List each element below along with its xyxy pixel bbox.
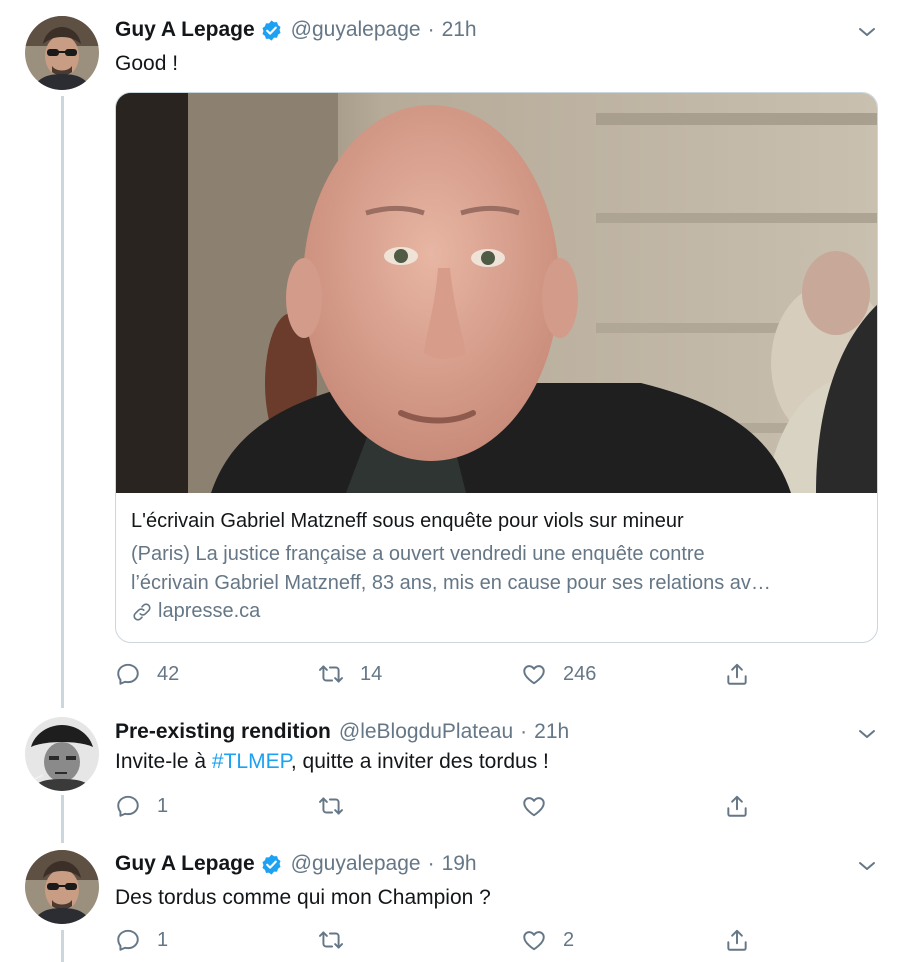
card-domain: lapresse.ca [131, 600, 260, 623]
reply-icon [115, 793, 141, 819]
reply-count: 1 [157, 928, 169, 951]
share-icon [724, 793, 750, 819]
tweet-text: Invite-le à #TLMEP, quitte a inviter des… [115, 750, 549, 774]
reply-icon [115, 661, 141, 687]
verified-badge-icon [260, 853, 283, 876]
avatar[interactable] [25, 717, 99, 791]
thread-connector [61, 795, 64, 843]
heart-icon [521, 927, 547, 953]
heart-icon [521, 793, 547, 819]
thread-connector [61, 930, 64, 962]
like-count: 246 [563, 662, 597, 685]
retweet-button[interactable] [318, 927, 344, 953]
link-card[interactable]: L'écrivain Gabriel Matzneff sous enquête… [115, 92, 878, 643]
card-description-line: (Paris) La justice française a ouvert ve… [131, 543, 705, 565]
chevron-down-icon[interactable] [855, 722, 879, 746]
share-button[interactable] [724, 927, 750, 953]
reply-button[interactable]: 42 [115, 661, 179, 687]
reply-count: 1 [157, 794, 169, 817]
heart-icon [521, 661, 547, 687]
handle[interactable]: @guyalepage [291, 852, 421, 876]
timestamp[interactable]: 21h [534, 720, 569, 744]
share-button[interactable] [724, 793, 750, 819]
tweet-text: Des tordus comme qui mon Champion ? [115, 886, 491, 909]
reply-icon [115, 927, 141, 953]
chevron-down-icon[interactable] [855, 20, 879, 44]
retweet-icon [318, 927, 344, 953]
retweet-icon [318, 793, 344, 819]
handle[interactable]: @guyalepage [291, 18, 421, 42]
retweet-icon [318, 661, 344, 687]
chevron-down-icon[interactable] [855, 854, 879, 878]
card-title: L'écrivain Gabriel Matzneff sous enquête… [131, 510, 684, 532]
avatar[interactable] [25, 850, 99, 924]
thread-connector [61, 96, 64, 708]
like-count: 2 [563, 928, 575, 951]
separator-dot: · [520, 720, 528, 743]
timestamp[interactable]: 19h [442, 852, 477, 876]
share-button[interactable] [724, 661, 750, 687]
reply-count: 42 [157, 662, 180, 685]
card-image [116, 93, 877, 493]
avatar[interactable] [25, 16, 99, 90]
card-description-line: l’écrivain Gabriel Matzneff, 83 ans, mis… [131, 572, 771, 594]
display-name[interactable]: Pre-existing rendition [115, 720, 331, 744]
reply-button[interactable]: 1 [115, 793, 168, 819]
reply-button[interactable]: 1 [115, 927, 168, 953]
separator-dot: · [427, 18, 435, 41]
display-name[interactable]: Guy A Lepage [115, 852, 255, 876]
like-button[interactable] [521, 793, 547, 819]
share-icon [724, 661, 750, 687]
card-domain-text: lapresse.ca [158, 600, 261, 622]
timestamp[interactable]: 21h [442, 18, 477, 42]
link-icon [133, 602, 151, 621]
retweet-button[interactable] [318, 793, 344, 819]
tweet-text-segment: , quitte a inviter des tordus ! [290, 750, 549, 773]
handle[interactable]: @leBlogduPlateau [339, 720, 513, 744]
tweet-text-segment: Invite-le à [115, 750, 212, 773]
tweet-text: Good ! [115, 52, 179, 75]
separator-dot: · [427, 852, 435, 875]
retweet-count: 14 [360, 662, 383, 685]
display-name[interactable]: Guy A Lepage [115, 18, 255, 42]
like-button[interactable]: 2 [521, 927, 574, 953]
retweet-button[interactable]: 14 [318, 661, 382, 687]
verified-badge-icon [260, 19, 283, 42]
share-icon [724, 927, 750, 953]
hashtag-link[interactable]: #TLMEP [212, 750, 291, 773]
card-description: (Paris) La justice française a ouvert ve… [131, 540, 866, 598]
like-button[interactable]: 246 [521, 661, 596, 687]
